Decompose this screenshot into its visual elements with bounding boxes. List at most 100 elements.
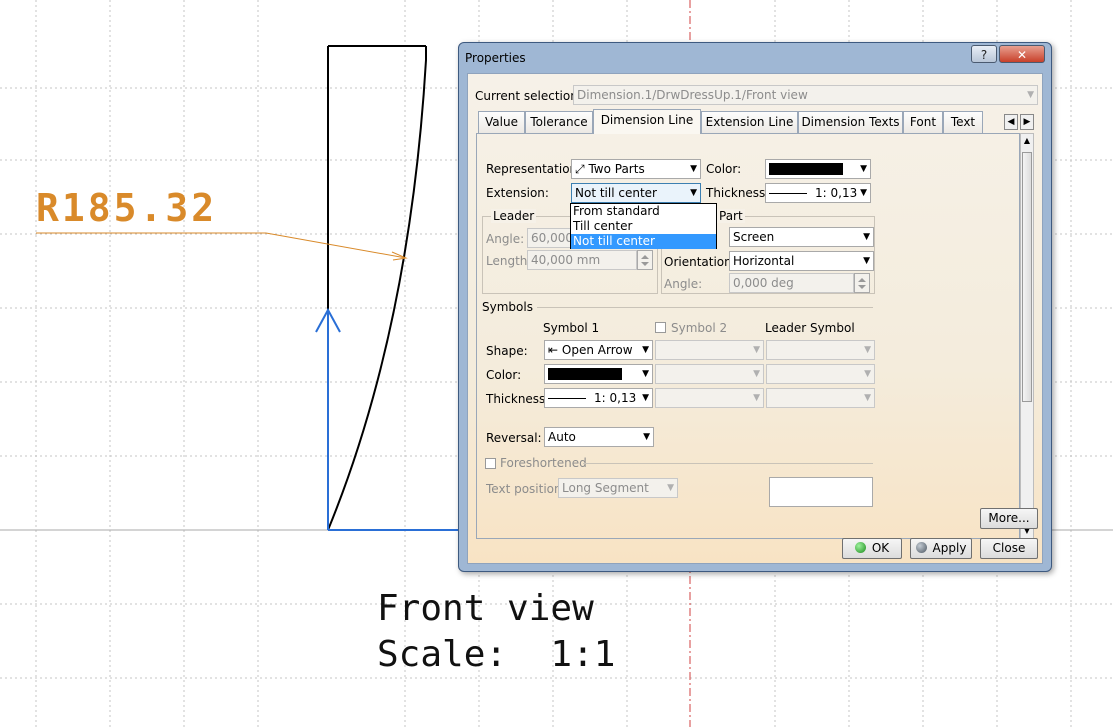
color-swatch xyxy=(769,162,843,175)
dialog-titlebar[interactable]: Properties ? ✕ xyxy=(459,43,1051,73)
current-selection-value: Dimension.1/DrwDressUp.1/Front view xyxy=(577,88,808,102)
chevron-down-icon: ▼ xyxy=(643,432,650,442)
apply-button[interactable]: Apply xyxy=(910,538,972,559)
dimension-line-panel: Representation: ⤢ Two Parts ▼ Color: ▼ E… xyxy=(476,133,1020,539)
radius-dimension-text[interactable]: R185.32 xyxy=(36,186,217,230)
text-position-select[interactable]: Long Segment ▼ xyxy=(558,478,678,498)
part-select[interactable]: Screen ▼ xyxy=(729,227,874,247)
close-button[interactable]: Close xyxy=(980,538,1038,559)
thickness-value: 1: 0,13 xyxy=(815,186,858,200)
view-title: Front view Scale: 1:1 xyxy=(377,586,615,678)
dimension-line[interactable] xyxy=(315,307,460,531)
leader-length-value: 40,000 mm xyxy=(531,253,601,267)
orientation-select[interactable]: Horizontal ▼ xyxy=(729,251,874,271)
dialog-title: Properties xyxy=(465,51,526,65)
symbol-color-label: Color: xyxy=(486,368,522,382)
chevron-down-icon: ▼ xyxy=(642,393,649,403)
tab-scroll-left-icon[interactable]: ◀ xyxy=(1004,114,1018,130)
leader-length-stepper[interactable] xyxy=(637,250,653,270)
apply-icon xyxy=(915,542,927,553)
chevron-down-icon: ▼ xyxy=(864,393,871,403)
symbol2-color-select[interactable]: ▼ xyxy=(655,364,764,384)
representation-select[interactable]: ⤢ Two Parts ▼ xyxy=(571,159,701,179)
chevron-down-icon: ▼ xyxy=(1027,90,1034,100)
tab-extension-line[interactable]: Extension Line xyxy=(701,111,798,133)
foreshortened-divider xyxy=(583,463,873,464)
leader-symbol-color-select[interactable]: ▼ xyxy=(766,364,875,384)
symbol2-shape-select[interactable]: ▼ xyxy=(655,340,764,360)
reversal-value: Auto xyxy=(548,430,576,444)
chevron-down-icon: ▼ xyxy=(753,393,760,403)
color-label: Color: xyxy=(706,162,742,176)
apply-label: Apply xyxy=(932,541,967,555)
text-position-preview xyxy=(769,477,873,507)
chevron-down-icon: ▼ xyxy=(690,188,697,198)
symbol2-header: Symbol 2 xyxy=(671,321,728,335)
symbol2-thickness-select[interactable]: ▼ xyxy=(655,388,764,408)
thickness-select[interactable]: 1: 0,13 ▼ xyxy=(765,183,871,203)
two-parts-icon: ⤢ xyxy=(575,162,585,176)
chevron-down-icon: ▼ xyxy=(642,369,649,379)
panel-scrollbar[interactable]: ▲ ▼ xyxy=(1020,133,1034,539)
extension-value: Not till center xyxy=(575,186,657,200)
extension-select[interactable]: Not till center ▼ xyxy=(571,183,701,203)
text-position-label: Text position: xyxy=(486,482,566,496)
chevron-down-icon: ▼ xyxy=(753,345,760,355)
symbol2-checkbox[interactable] xyxy=(655,322,666,333)
leader-symbol-shape-select[interactable]: ▼ xyxy=(766,340,875,360)
part-angle-field[interactable]: 0,000 deg xyxy=(729,273,854,293)
extension-option-till-center[interactable]: Till center xyxy=(571,219,716,234)
symbol-thickness-label: Thickness: xyxy=(486,392,550,406)
representation-value: Two Parts xyxy=(588,162,645,176)
extension-option-not-till-center[interactable]: Not till center xyxy=(571,234,716,249)
scale-label: Scale: xyxy=(377,634,508,675)
color-select[interactable]: ▼ xyxy=(765,159,871,179)
chevron-down-icon: ▼ xyxy=(667,483,674,493)
symbol-color-swatch xyxy=(548,367,622,380)
current-selection-label: Current selection : xyxy=(475,89,586,103)
more-button[interactable]: More... xyxy=(980,508,1038,529)
shape-select[interactable]: ⇤ Open Arrow ▼ xyxy=(544,340,653,360)
tab-value[interactable]: Value xyxy=(478,111,525,133)
tab-scroll-right-icon[interactable]: ▶ xyxy=(1020,114,1034,130)
close-icon[interactable]: ✕ xyxy=(999,45,1045,63)
tab-text[interactable]: Text xyxy=(943,111,983,133)
chevron-down-icon: ▼ xyxy=(860,164,867,174)
ok-button[interactable]: OK xyxy=(842,538,902,559)
view-name: Front view xyxy=(377,588,594,629)
tab-dimension-line[interactable]: Dimension Line xyxy=(593,109,701,134)
tab-strip: Value Tolerance Dimension Line Extension… xyxy=(476,109,996,134)
foreshortened-label: Foreshortened xyxy=(500,456,587,470)
ok-label: OK xyxy=(871,541,890,555)
leader-length-field[interactable]: 40,000 mm xyxy=(527,250,637,270)
tab-tolerance[interactable]: Tolerance xyxy=(525,111,593,133)
tab-dimension-texts[interactable]: Dimension Texts xyxy=(798,111,903,133)
current-selection-field[interactable]: Dimension.1/DrwDressUp.1/Front view ▼ xyxy=(573,85,1038,105)
scrollbar-thumb[interactable] xyxy=(1022,152,1032,402)
chevron-down-icon: ▼ xyxy=(642,345,649,355)
foreshortened-checkbox[interactable] xyxy=(485,458,496,469)
extension-label: Extension: xyxy=(486,186,549,200)
tab-font[interactable]: Font xyxy=(903,111,943,133)
leader-symbol-thickness-select[interactable]: ▼ xyxy=(766,388,875,408)
part-angle-label: Angle: xyxy=(664,277,703,291)
part-geometry[interactable] xyxy=(327,45,427,531)
radius-leader[interactable] xyxy=(36,232,408,261)
part-angle-stepper[interactable] xyxy=(854,273,870,293)
orientation-label: Orientation: xyxy=(664,255,736,269)
symbol-color-select[interactable]: ▼ xyxy=(544,364,653,384)
extension-option-from-standard[interactable]: From standard xyxy=(571,204,716,219)
properties-dialog: Properties ? ✕ Current selection : Dimen… xyxy=(458,42,1052,572)
part-group-title: Part xyxy=(717,209,745,223)
symbols-divider xyxy=(537,307,873,308)
scroll-up-icon[interactable]: ▲ xyxy=(1021,134,1033,148)
dialog-client: Current selection : Dimension.1/DrwDress… xyxy=(467,73,1043,564)
ok-icon xyxy=(854,542,866,553)
chevron-down-icon: ▼ xyxy=(864,345,871,355)
shape-value: Open Arrow xyxy=(561,343,633,357)
symbol-thickness-select[interactable]: 1: 0,13 ▼ xyxy=(544,388,653,408)
help-button[interactable]: ? xyxy=(971,45,997,63)
part-value: Screen xyxy=(733,230,775,244)
chevron-down-icon: ▼ xyxy=(690,164,697,174)
reversal-select[interactable]: Auto ▼ xyxy=(544,427,654,447)
